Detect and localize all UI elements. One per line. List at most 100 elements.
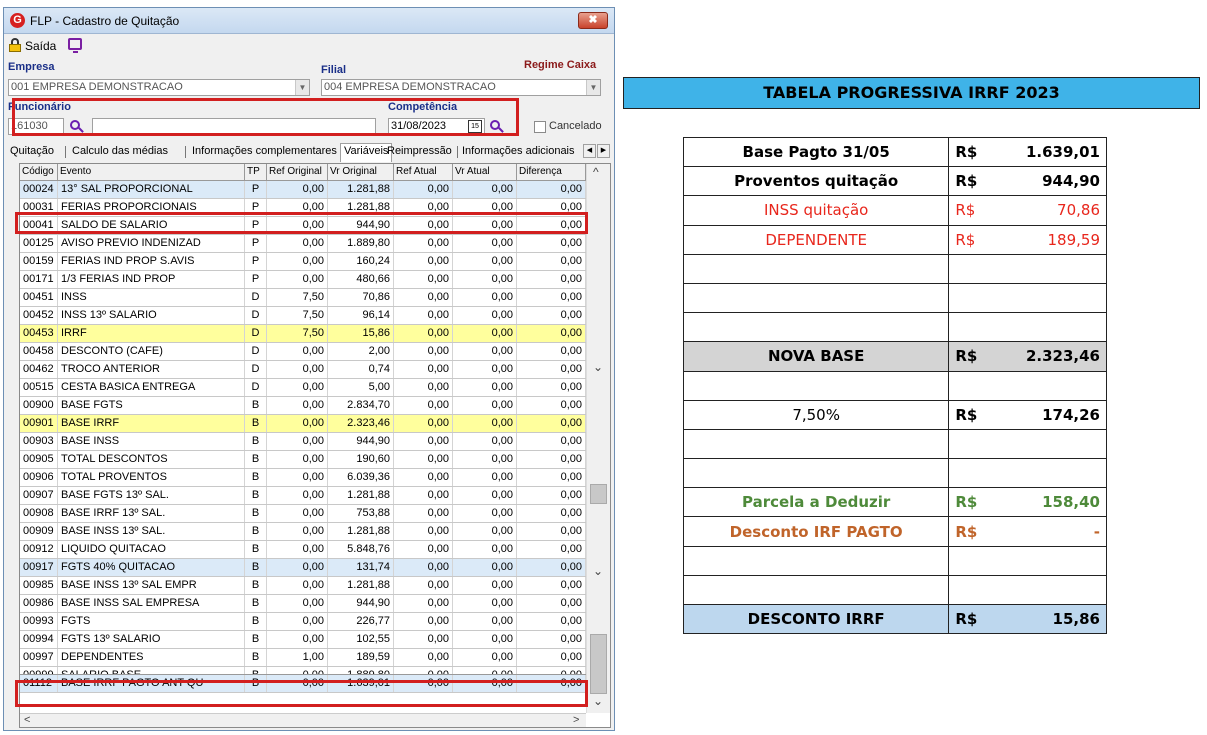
cell-ref-atual[interactable]: 0,00 [394,343,453,360]
cell-vr-original[interactable]: 2.323,46 [328,415,394,432]
cell-codigo[interactable]: 00452 [20,307,58,324]
cell-codigo[interactable]: 00985 [20,577,58,594]
cell-codigo[interactable]: 00905 [20,451,58,468]
cell-tp[interactable]: D [245,325,267,342]
col-diferenca[interactable]: Diferença [517,164,586,180]
cell-codigo[interactable]: 00907 [20,487,58,504]
cell-codigo[interactable]: 00903 [20,433,58,450]
cell-vr-original[interactable]: 70,86 [328,289,394,306]
cell-ref-atual[interactable]: 0,00 [394,289,453,306]
cell-codigo[interactable]: 00458 [20,343,58,360]
cell-evento[interactable]: TOTAL DESCONTOS [58,451,245,468]
cell-ref-atual[interactable]: 0,00 [394,433,453,450]
cell-ref-original[interactable]: 0,00 [267,451,328,468]
cell-vr-atual[interactable]: 0,00 [453,541,517,558]
cell-vr-atual[interactable]: 0,00 [453,559,517,576]
cell-tp[interactable]: B [245,415,267,432]
cell-vr-atual[interactable]: 0,00 [453,397,517,414]
table-row[interactable]: 00994 FGTS 13º SALARIO B 0,00 102,55 0,00 0,00… [20,631,586,649]
lock-icon[interactable] [9,38,21,52]
cell-codigo[interactable]: 00462 [20,361,58,378]
table-row[interactable]: 00515 CESTA BASICA ENTREGA D 0,00 5,00 0,00 0,… [20,379,586,397]
cell-evento[interactable]: BASE IRRF 13º SAL. [58,505,245,522]
cell-tp[interactable]: D [245,289,267,306]
cell-evento[interactable]: BASE FGTS [58,397,245,414]
tab-scroll-left-icon[interactable]: ◀ [583,144,596,158]
cell-diferenca[interactable]: 0,00 [517,415,586,432]
chevron-down-icon[interactable]: ⌄ [593,694,603,708]
cell-vr-atual[interactable]: 0,00 [453,469,517,486]
cell-evento[interactable]: BASE INSS 13º SAL. [58,523,245,540]
table-row[interactable]: 00907 BASE FGTS 13º SAL. B 0,00 1.281,88 0,00… [20,487,586,505]
table-row[interactable]: 00909 BASE INSS 13º SAL. B 0,00 1.281,88 0,00… [20,523,586,541]
cell-ref-original[interactable]: 7,50 [267,325,328,342]
cell-ref-atual[interactable]: 0,00 [394,667,453,674]
table-row[interactable]: 00903 BASE INSS B 0,00 944,90 0,00 0,00 0,00 [20,433,586,451]
cell-vr-atual[interactable]: 0,00 [453,433,517,450]
table-row[interactable]: 00905 TOTAL DESCONTOS B 0,00 190,60 0,00 0,00 0… [20,451,586,469]
horizontal-scrollbar[interactable]: < > [20,713,586,727]
cell-ref-original[interactable]: 0,00 [267,577,328,594]
cell-vr-atual[interactable]: 0,00 [453,667,517,674]
cell-diferenca[interactable]: 0,00 [517,271,586,288]
cell-codigo[interactable]: 00906 [20,469,58,486]
col-vr-atual[interactable]: Vr Atual [453,164,517,180]
cell-vr-original[interactable]: 480,66 [328,271,394,288]
cell-diferenca[interactable]: 0,00 [517,451,586,468]
cell-evento[interactable]: INSS 13º SALARIO [58,307,245,324]
cell-ref-original[interactable]: 0,00 [267,415,328,432]
table-row[interactable]: 00462 TROCO ANTERIOR D 0,00 0,74 0,00 0,00 0,00 [20,361,586,379]
cell-diferenca[interactable]: 0,00 [517,649,586,666]
cell-diferenca[interactable]: 0,00 [517,181,586,198]
cell-diferenca[interactable]: 0,00 [517,613,586,630]
cell-ref-original[interactable]: 0,00 [267,271,328,288]
cell-vr-atual[interactable]: 0,00 [453,487,517,504]
cell-codigo[interactable]: 00917 [20,559,58,576]
cell-codigo[interactable]: 00912 [20,541,58,558]
cell-diferenca[interactable]: 0,00 [517,235,586,252]
cell-vr-original[interactable]: 753,88 [328,505,394,522]
cell-vr-atual[interactable]: 0,00 [453,505,517,522]
cell-codigo[interactable]: 00024 [20,181,58,198]
cell-vr-original[interactable]: 5,00 [328,379,394,396]
col-evento[interactable]: Evento [58,164,245,180]
table-row[interactable]: 00451 INSS D 7,50 70,86 0,00 0,00 0,00 [20,289,586,307]
cell-ref-atual[interactable]: 0,00 [394,325,453,342]
cell-tp[interactable]: P [245,235,267,252]
cell-evento[interactable]: DESCONTO (CAFE) [58,343,245,360]
cell-vr-atual[interactable]: 0,00 [453,613,517,630]
cell-codigo[interactable]: 00986 [20,595,58,612]
cell-vr-original[interactable]: 131,74 [328,559,394,576]
cell-ref-atual[interactable]: 0,00 [394,559,453,576]
cell-evento[interactable]: CESTA BASICA ENTREGA [58,379,245,396]
cell-ref-atual[interactable]: 0,00 [394,451,453,468]
cell-vr-atual[interactable]: 0,00 [453,289,517,306]
cell-ref-original[interactable]: 0,00 [267,181,328,198]
cell-vr-original[interactable]: 1.281,88 [328,577,394,594]
cell-tp[interactable]: B [245,613,267,630]
cell-evento[interactable]: LIQUIDO QUITACAO [58,541,245,558]
cell-codigo[interactable]: 00997 [20,649,58,666]
cell-evento[interactable]: FERIAS IND PROP S.AVIS [58,253,245,270]
cell-evento[interactable]: BASE INSS [58,433,245,450]
cell-tp[interactable]: D [245,343,267,360]
cell-tp[interactable]: B [245,595,267,612]
cell-vr-original[interactable]: 1.281,88 [328,181,394,198]
table-row[interactable]: 00986 BASE INSS SAL EMPRESA B 0,00 944,90 0,0… [20,595,586,613]
cell-ref-original[interactable]: 0,00 [267,343,328,360]
tab-reimpressao[interactable]: Reimpressão [387,145,452,157]
cell-codigo[interactable]: 00900 [20,397,58,414]
cell-ref-atual[interactable]: 0,00 [394,361,453,378]
cell-ref-original[interactable]: 0,00 [267,487,328,504]
cell-diferenca[interactable]: 0,00 [517,523,586,540]
cell-vr-atual[interactable]: 0,00 [453,649,517,666]
cell-ref-original[interactable]: 0,00 [267,631,328,648]
tab-variaveis[interactable]: Variáveis [340,143,393,162]
cell-tp[interactable]: B [245,667,267,674]
col-ref-original[interactable]: Ref Original [267,164,328,180]
cell-ref-original[interactable]: 0,00 [267,469,328,486]
cell-vr-original[interactable]: 190,60 [328,451,394,468]
cell-vr-original[interactable]: 2,00 [328,343,394,360]
title-bar[interactable]: G FLP - Cadastro de Quitação ✖ [4,8,614,34]
cell-vr-atual[interactable]: 0,00 [453,361,517,378]
